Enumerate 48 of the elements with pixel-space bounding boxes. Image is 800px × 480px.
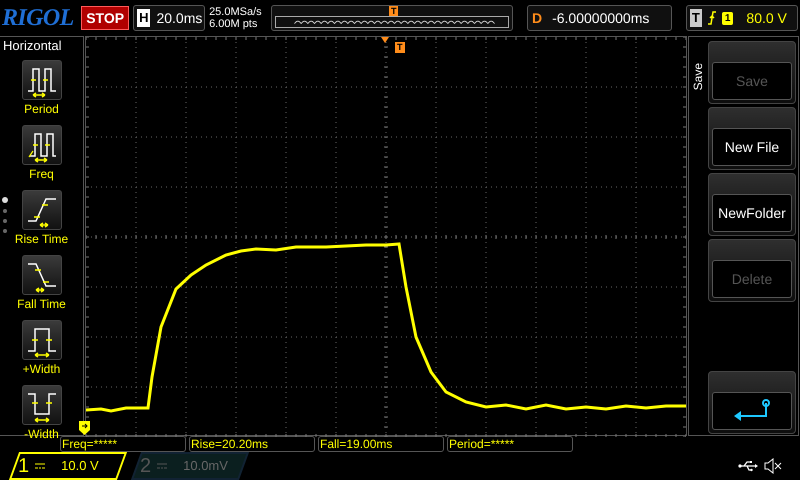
pwidth-measure-button[interactable]	[22, 320, 62, 360]
delay-value: -6.00000000ms	[552, 8, 650, 28]
trigger-level: 80.0 V	[746, 8, 787, 28]
channel-scale-tab[interactable]: 1 10.0 V	[8, 452, 128, 480]
freq-measure-button[interactable]	[22, 125, 62, 165]
rising-edge-icon	[706, 11, 717, 25]
trigger-position-marker: T	[395, 42, 404, 53]
softkey-button[interactable]: NewFolder	[712, 194, 792, 232]
trigger-source-badge: 1	[722, 12, 734, 24]
memory-depth: 6.00M pts	[209, 18, 258, 30]
dc-coupling-icon	[157, 463, 168, 469]
sample-rate: 25.0MSa/s	[209, 6, 263, 18]
brand-logo: RIGOL	[2, 6, 75, 30]
back-button[interactable]	[712, 392, 792, 430]
trigger-position-marker: T	[388, 6, 398, 16]
menu-title: Save	[691, 63, 705, 90]
measure-label: +Width	[22, 361, 60, 378]
horizontal-label: H	[137, 9, 150, 27]
measure-label: Freq	[29, 166, 54, 183]
usb-icon	[738, 460, 758, 472]
channel-scale: 10.0 V	[61, 457, 99, 476]
trigger-label: T	[690, 9, 702, 27]
measure-label: Fall Time	[17, 296, 66, 313]
measurement-readout: Rise=20.20ms	[189, 436, 315, 452]
rise-measure-button[interactable]	[22, 190, 62, 230]
run-state-badge: STOP	[81, 6, 130, 30]
measure-label: Period	[24, 101, 59, 118]
return-arrow-icon	[732, 399, 772, 423]
measure-label: -Width	[24, 426, 59, 443]
overview-waveform-icon	[274, 16, 509, 28]
fall-measure-button[interactable]	[22, 255, 62, 295]
channel-scale: 10.0mV	[183, 457, 228, 476]
channel-number: 2	[140, 454, 152, 478]
softkey-button[interactable]: New File	[712, 128, 792, 166]
period-measure-button[interactable]	[22, 60, 62, 100]
measure-label: Rise Time	[14, 231, 68, 248]
measurement-readout: Fall=19.00ms	[318, 436, 444, 452]
nwidth-measure-button[interactable]	[22, 385, 62, 425]
dc-coupling-icon	[35, 463, 46, 469]
timebase-value: 20.0ms	[156, 8, 202, 28]
speaker-muted-icon	[764, 458, 782, 474]
measurement-readout: Period=*****	[447, 436, 573, 452]
ground-level-marker-icon	[79, 421, 90, 435]
trigger-arrow-icon	[381, 37, 389, 43]
measurement-readout: Freq=*****	[60, 436, 186, 452]
delay-label: D	[532, 8, 542, 28]
channel-number: 1	[18, 454, 30, 478]
menu-title: Horizontal	[2, 38, 62, 54]
